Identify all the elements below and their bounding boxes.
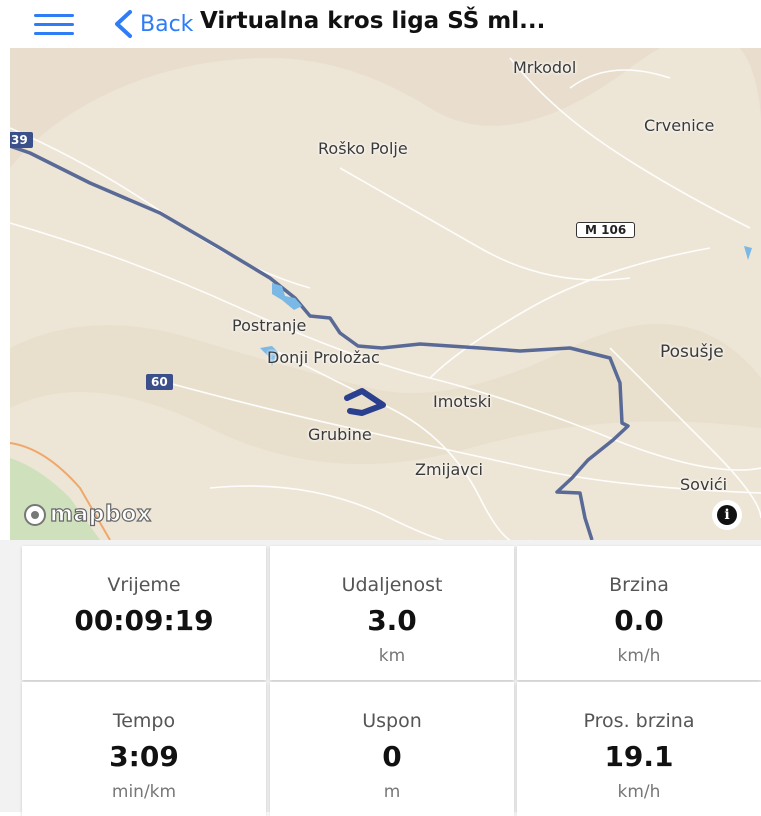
mapbox-attribution: mapbox bbox=[49, 501, 152, 527]
stat-card-speed: Brzina 0.0 km/h bbox=[517, 546, 761, 680]
page-title: Virtualna kros liga SŠ ml... bbox=[200, 8, 546, 34]
road-shield-60: 60 bbox=[146, 374, 173, 390]
stat-card-time: Vrijeme 00:09:19 bbox=[22, 546, 266, 680]
map-label-imotski: Imotski bbox=[433, 392, 492, 411]
stat-unit: km/h bbox=[617, 646, 661, 666]
stat-value: 00:09:19 bbox=[74, 604, 214, 637]
stat-value: 0 bbox=[382, 740, 402, 773]
road-shield-m106: M 106 bbox=[576, 222, 636, 238]
chevron-left-icon bbox=[115, 10, 132, 38]
stat-card-avg-speed: Pros. brzina 19.1 km/h bbox=[517, 682, 761, 816]
stat-label: Brzina bbox=[609, 574, 669, 596]
route-map[interactable]: Mrkodol Crvenice Roško Polje Postranje D… bbox=[10, 48, 761, 540]
stat-unit: min/km bbox=[111, 782, 177, 802]
stat-unit: m bbox=[383, 782, 401, 802]
stats-panel: Vrijeme 00:09:19 Udaljenost 3.0 km Brzin… bbox=[0, 540, 761, 816]
info-icon: i bbox=[717, 505, 737, 525]
stat-label: Vrijeme bbox=[107, 574, 181, 596]
map-label-rosko-polje: Roško Polje bbox=[318, 139, 408, 158]
map-label-donji-prolozac: Donji Proložac bbox=[267, 348, 380, 367]
stat-label: Tempo bbox=[112, 710, 176, 732]
stat-card-pace: Tempo 3:09 min/km bbox=[22, 682, 266, 816]
hamburger-menu-icon[interactable] bbox=[34, 14, 74, 36]
map-label-posusje: Posušje bbox=[660, 342, 724, 362]
map-label-mrkodol: Mrkodol bbox=[513, 58, 577, 77]
app-header: Back Virtualna kros liga SŠ ml... bbox=[0, 0, 761, 48]
stat-card-elevation: Uspon 0 m bbox=[270, 682, 514, 816]
stat-label: Uspon bbox=[362, 710, 422, 732]
back-label: Back bbox=[140, 12, 194, 37]
road-shield-39: 39 bbox=[10, 132, 33, 148]
stat-value: 19.1 bbox=[604, 740, 674, 773]
map-label-sovici: Sovići bbox=[680, 475, 728, 494]
stat-value: 0.0 bbox=[614, 604, 664, 637]
map-label-crvenice: Crvenice bbox=[644, 116, 715, 135]
stat-value: 3.0 bbox=[367, 604, 417, 637]
stat-unit: km/h bbox=[617, 782, 661, 802]
stat-unit: km bbox=[378, 646, 406, 666]
map-label-zmijavci: Zmijavci bbox=[415, 460, 483, 479]
mapbox-logo-icon bbox=[24, 504, 46, 526]
stat-value: 3:09 bbox=[109, 740, 179, 773]
map-label-grubine: Grubine bbox=[308, 425, 372, 444]
stat-label: Udaljenost bbox=[341, 574, 443, 596]
stat-label: Pros. brzina bbox=[583, 710, 695, 732]
stat-card-distance: Udaljenost 3.0 km bbox=[270, 546, 514, 680]
map-info-button[interactable]: i bbox=[712, 500, 742, 530]
map-label-postranje: Postranje bbox=[232, 316, 307, 335]
